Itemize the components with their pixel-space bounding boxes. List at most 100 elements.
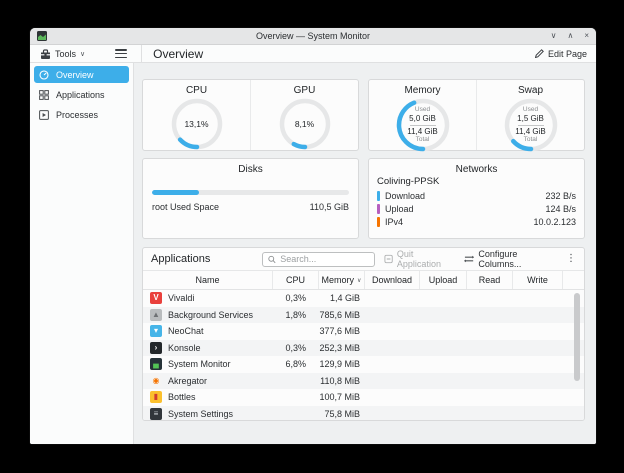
app-cpu: 1,8%: [273, 310, 319, 320]
applications-title: Applications: [151, 253, 210, 265]
toolbox-icon: [40, 49, 51, 59]
close-button[interactable]: ×: [584, 32, 589, 40]
configure-columns-button[interactable]: Configure Columns...: [464, 249, 556, 269]
chevron-down-icon: ∨: [80, 50, 85, 58]
memory-swap-card: Memory Used 5,0 GiB 11,: [368, 79, 585, 151]
configure-columns-label: Configure Columns...: [478, 249, 556, 269]
cpu-gauge: 13,1%: [171, 98, 223, 150]
table-scrollbar[interactable]: [574, 293, 580, 381]
table-row-akregator[interactable]: ◉ Akregator 110,8 MiB: [143, 373, 584, 390]
memory-total-label: Total: [416, 136, 430, 143]
sort-descending-icon: ∨: [357, 277, 361, 284]
cpu-gpu-card: CPU 13,1% GPU: [142, 79, 359, 151]
minimize-button[interactable]: ∨: [551, 32, 557, 40]
disk-value: 110,5 GiB: [310, 202, 349, 212]
ipv4-label: IPv4: [385, 217, 403, 227]
memory-used-value: 5,0 GiB: [409, 114, 436, 124]
app-name: System Settings: [168, 409, 233, 419]
quit-application-label: Quit Application: [397, 249, 454, 269]
maximize-button[interactable]: ∧: [567, 32, 573, 40]
tools-menu-button[interactable]: Tools ∨: [30, 45, 91, 62]
swap-used-label: Used: [523, 106, 538, 113]
gpu-gauge: 8,1%: [279, 98, 331, 150]
column-header-name[interactable]: Name: [143, 271, 273, 289]
app-name: Akregator: [168, 376, 207, 386]
gpu-gauge-section: GPU 8,1%: [250, 80, 358, 150]
app-memory: 100,7 MiB: [319, 392, 365, 402]
swap-gauge-section: Swap Used 1,5 GiB 11,4: [476, 80, 584, 150]
swap-total-label: Total: [524, 136, 538, 143]
memory-divider: [410, 125, 436, 126]
disk-usage-bar: [152, 190, 349, 195]
table-row-neochat[interactable]: ▾NeoChat 377,6 MiB: [143, 323, 584, 340]
download-label: Download: [385, 191, 425, 201]
app-memory: 75,8 MiB: [319, 409, 365, 419]
quit-application-icon: [384, 254, 393, 264]
app-memory: 785,6 MiB: [319, 310, 365, 320]
swap-gauge: Used 1,5 GiB 11,4 GiB Total: [504, 98, 558, 152]
column-header-gutter: [563, 271, 584, 289]
sidebar-item-applications[interactable]: Applications: [34, 86, 129, 103]
download-color-swatch: [377, 191, 380, 201]
app-memory: 110,8 MiB: [319, 376, 365, 386]
applications-table-body: VVivaldi 0,3% 1,4 GiB ▲Background Servic…: [143, 290, 584, 421]
network-upload-row: Upload 124 B/s: [377, 202, 576, 215]
cpu-percent: 13,1%: [184, 119, 208, 129]
column-header-write[interactable]: Write: [513, 271, 563, 289]
sidebar-item-processes[interactable]: Processes: [34, 106, 129, 123]
overflow-menu-icon[interactable]: ⋮: [564, 254, 578, 264]
networks-title: Networks: [369, 159, 584, 175]
table-row-konsole[interactable]: ›Konsole 0,3% 252,3 MiB: [143, 340, 584, 357]
gpu-percent: 8,1%: [295, 119, 314, 129]
search-box[interactable]: [262, 252, 374, 267]
vivaldi-app-icon: V: [150, 292, 162, 304]
app-name: Background Services: [168, 310, 253, 320]
page-title: Overview: [153, 47, 203, 61]
gauge-icon: [39, 70, 49, 80]
sidebar-item-overview[interactable]: Overview: [34, 66, 129, 83]
column-header-cpu[interactable]: CPU: [273, 271, 319, 289]
app-memory: 377,6 MiB: [319, 326, 365, 336]
app-name: Bottles: [168, 392, 196, 402]
hamburger-menu-icon[interactable]: [115, 49, 127, 58]
toolbar-separator: [141, 45, 142, 63]
column-header-upload[interactable]: Upload: [420, 271, 467, 289]
disk-usage-fill: [152, 190, 199, 195]
toolbar: Tools ∨ Overview Edit Page: [30, 45, 596, 63]
download-value: 232 B/s: [545, 191, 576, 201]
column-header-memory[interactable]: Memory ∨: [319, 271, 365, 289]
background-services-app-icon: ▲: [150, 309, 162, 321]
networks-card: Networks Coliving-PPSK Download 232 B/s …: [368, 158, 585, 239]
table-row-system-settings[interactable]: ≡System Settings 75,8 MiB: [143, 406, 584, 422]
upload-color-swatch: [377, 204, 380, 214]
table-row-vivaldi[interactable]: VVivaldi 0,3% 1,4 GiB: [143, 290, 584, 307]
network-interface-name: Coliving-PPSK: [377, 176, 576, 187]
quit-application-button[interactable]: Quit Application: [384, 249, 455, 269]
window-title: Overview — System Monitor: [30, 31, 596, 41]
ipv4-color-swatch: [377, 217, 380, 227]
search-icon: [268, 255, 276, 264]
system-monitor-window: Overview — System Monitor ∨ ∧ × Tools ∨: [30, 28, 596, 444]
process-run-icon: [39, 110, 49, 120]
pencil-icon: [535, 49, 544, 58]
table-row-system-monitor[interactable]: ▄System Monitor 6,8% 129,9 MiB: [143, 356, 584, 373]
table-row-background-services[interactable]: ▲ Background Services 1,8% 785,6 MiB: [143, 307, 584, 324]
gpu-title: GPU: [294, 80, 316, 96]
akregator-app-icon: ◉: [150, 375, 162, 387]
swap-title: Swap: [518, 80, 543, 96]
search-input[interactable]: [280, 254, 368, 264]
table-row-bottles[interactable]: ▮Bottles 100,7 MiB: [143, 389, 584, 406]
cpu-title: CPU: [186, 80, 207, 96]
swap-total-value: 11,4 GiB: [515, 127, 546, 137]
cpu-gauge-section: CPU 13,1%: [143, 80, 250, 150]
column-header-read[interactable]: Read: [467, 271, 513, 289]
configure-columns-icon: [464, 254, 474, 264]
disks-card: Disks root Used Space 110,5 GiB: [142, 158, 359, 239]
desktop-background: Overview — System Monitor ∨ ∧ × Tools ∨: [0, 0, 624, 473]
column-header-download[interactable]: Download: [365, 271, 420, 289]
memory-title: Memory: [404, 80, 440, 96]
titlebar[interactable]: Overview — System Monitor ∨ ∧ ×: [30, 28, 596, 45]
disks-title: Disks: [143, 159, 358, 175]
edit-page-button[interactable]: Edit Page: [535, 49, 596, 59]
app-name: Vivaldi: [168, 293, 194, 303]
